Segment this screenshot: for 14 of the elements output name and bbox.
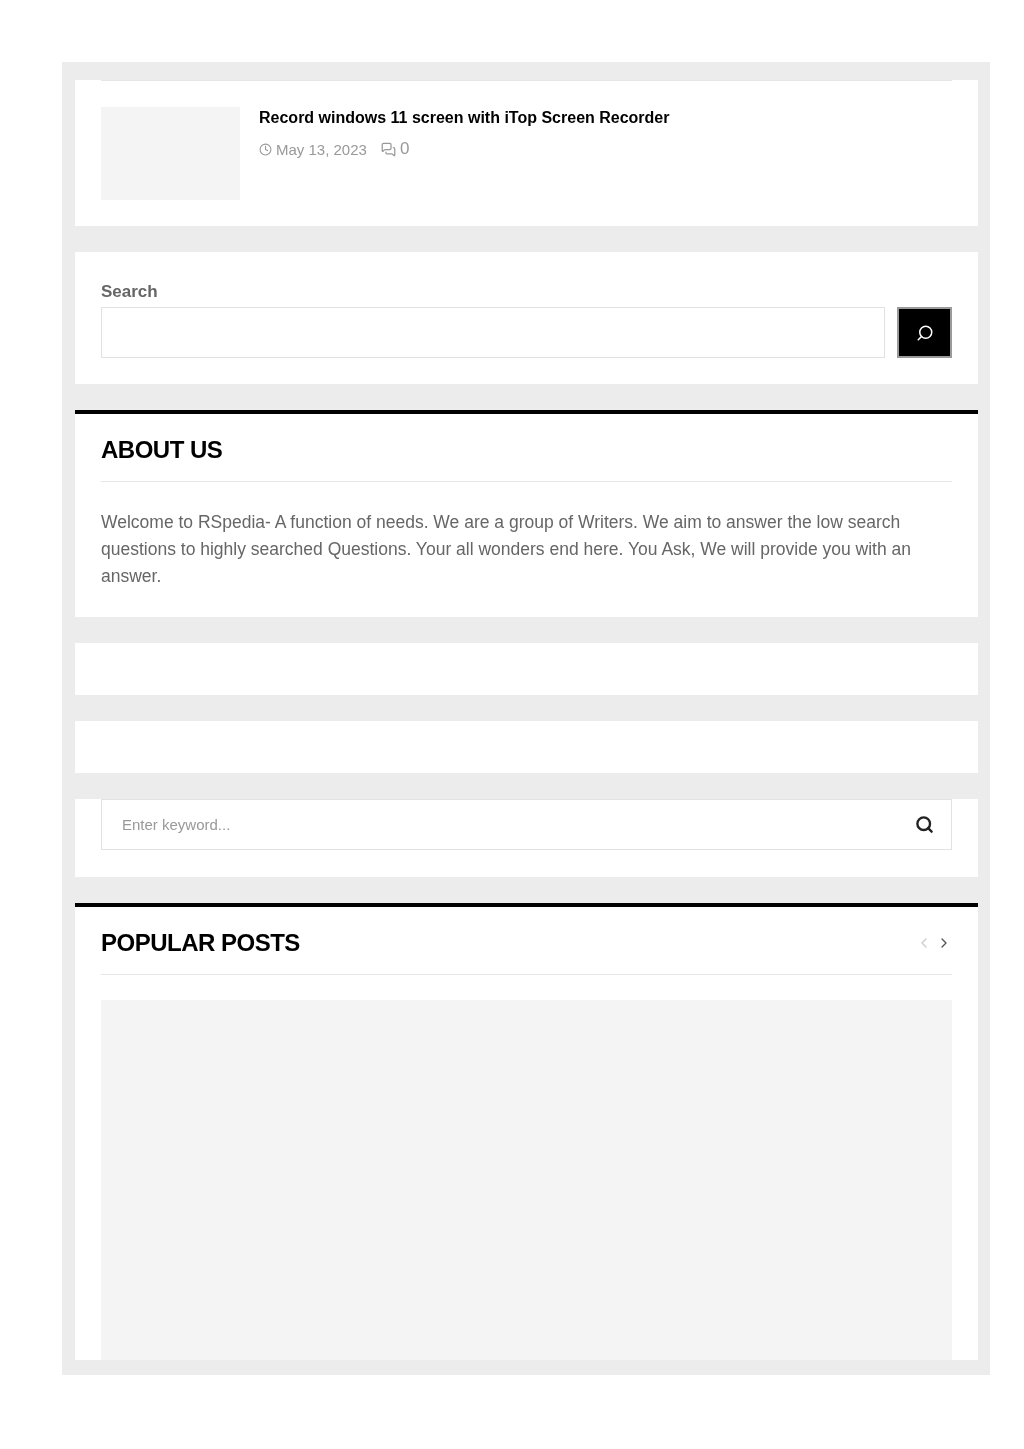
search-field[interactable] (101, 307, 885, 358)
comments-icon (380, 141, 396, 157)
keyword-search-field[interactable]: Enter keyword... (101, 799, 952, 850)
search-icon (915, 323, 934, 342)
search-icon[interactable] (915, 815, 934, 834)
search-label: Search (101, 281, 159, 302)
clock-icon (259, 142, 272, 156)
comment-count: 0 (399, 139, 410, 159)
section-heading: POPULAR POSTS (101, 928, 300, 957)
post-title-link[interactable]: Record windows 11 screen with iTop Screen Recorder (259, 109, 670, 127)
section-heading: ABOUT US (101, 435, 223, 464)
post-date: May 13, 2023 (276, 140, 367, 158)
about-text: Welcome to RSpedia- A function of needs. We are a group of Writers. We aim to answer the low search questions to highly searched Questions. Your all wonders end here. You Ask, We will provide you with an answer. (101, 511, 913, 588)
search-button[interactable] (897, 307, 952, 358)
